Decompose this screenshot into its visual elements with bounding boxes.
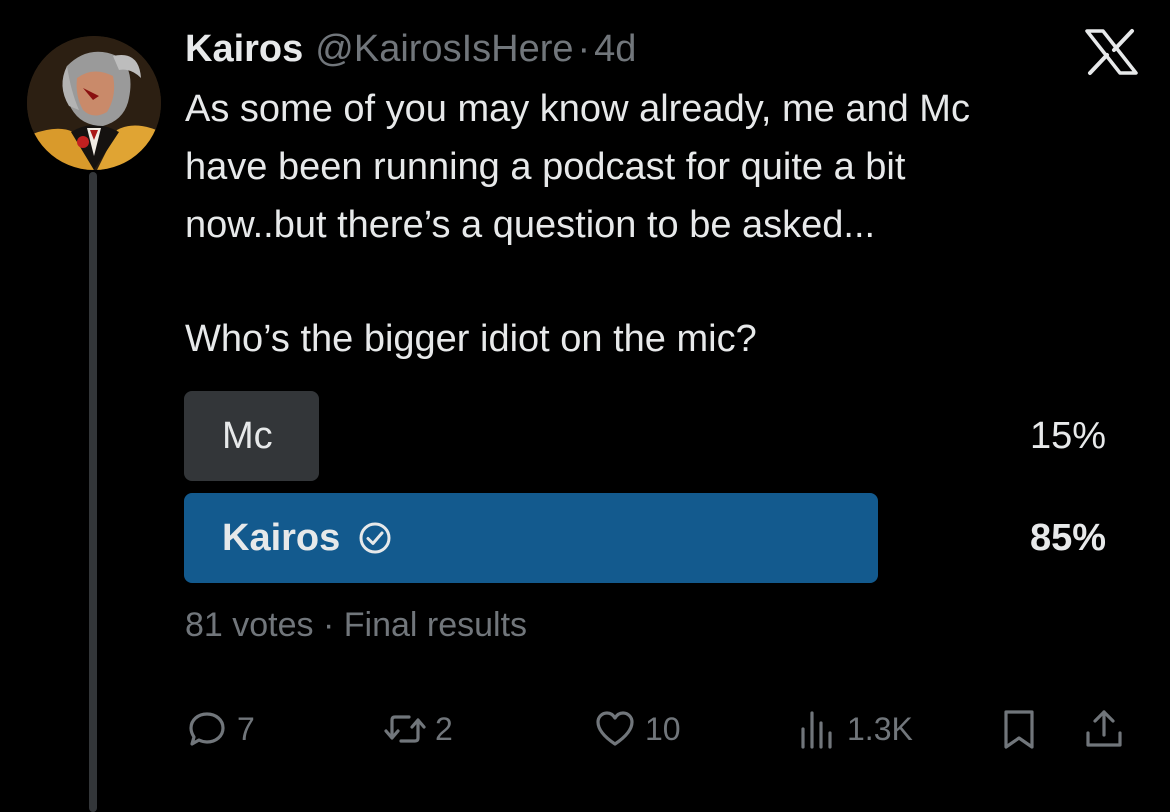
repost-icon [384,715,426,743]
repost-button[interactable]: 2 [383,704,453,754]
bookmark-button[interactable] [997,704,1041,754]
bookmark-icon [1004,710,1034,749]
reply-button[interactable]: 7 [185,704,255,754]
avatar-image [27,36,161,170]
heart-icon [596,711,634,746]
poll-question: Who’s the bigger idiot on the mic? [185,318,757,360]
like-count: 10 [645,710,681,747]
author-name[interactable]: Kairos [185,28,303,71]
repost-count: 2 [435,710,453,747]
poll-meta: 81 votes · Final results [185,606,527,645]
reply-icon [189,712,225,746]
poll-option-label: Kairos [222,493,392,583]
check-circle-icon [359,522,391,554]
share-button[interactable] [1082,704,1126,754]
reply-count: 7 [237,710,255,747]
x-logo-icon [1085,29,1138,75]
poll-option-text: Mc [222,414,273,457]
poll-option-kairos: Kairos 85% [184,493,1106,583]
author-handle[interactable]: @KairosIsHere [315,28,573,71]
views-button[interactable]: 1.3K [795,704,913,754]
tweet-text-line: have been running a podcast for quite a … [185,146,906,188]
poll-option-text: Kairos [222,516,341,559]
tweet-text-line: As some of you may know already, me and … [185,88,970,130]
poll-option-percent: 85% [1029,516,1106,559]
tweet-timestamp[interactable]: 4d [594,28,636,71]
header-separator: · [577,27,591,70]
action-bar: 7 2 10 1.3K [185,704,1140,754]
like-button[interactable]: 10 [593,704,681,754]
thread-line [89,172,97,812]
poll-option-percent: 15% [1029,414,1106,457]
poll-votes: 81 votes [185,606,314,644]
views-icon [801,711,832,749]
tweet-text-line: now..but there’s a question to be asked.… [185,204,876,246]
tweet-header: Kairos @KairosIsHere · 4d [185,24,636,74]
avatar[interactable] [27,36,161,170]
poll-option-label: Mc [222,391,273,481]
views-count: 1.3K [847,710,913,747]
poll-status: Final results [343,606,528,644]
poll-option-mc: Mc 15% [184,391,1106,481]
tweet-text: As some of you may know already, me and … [185,80,1145,254]
share-icon [1086,710,1122,747]
poll-meta-separator: · [322,606,335,644]
